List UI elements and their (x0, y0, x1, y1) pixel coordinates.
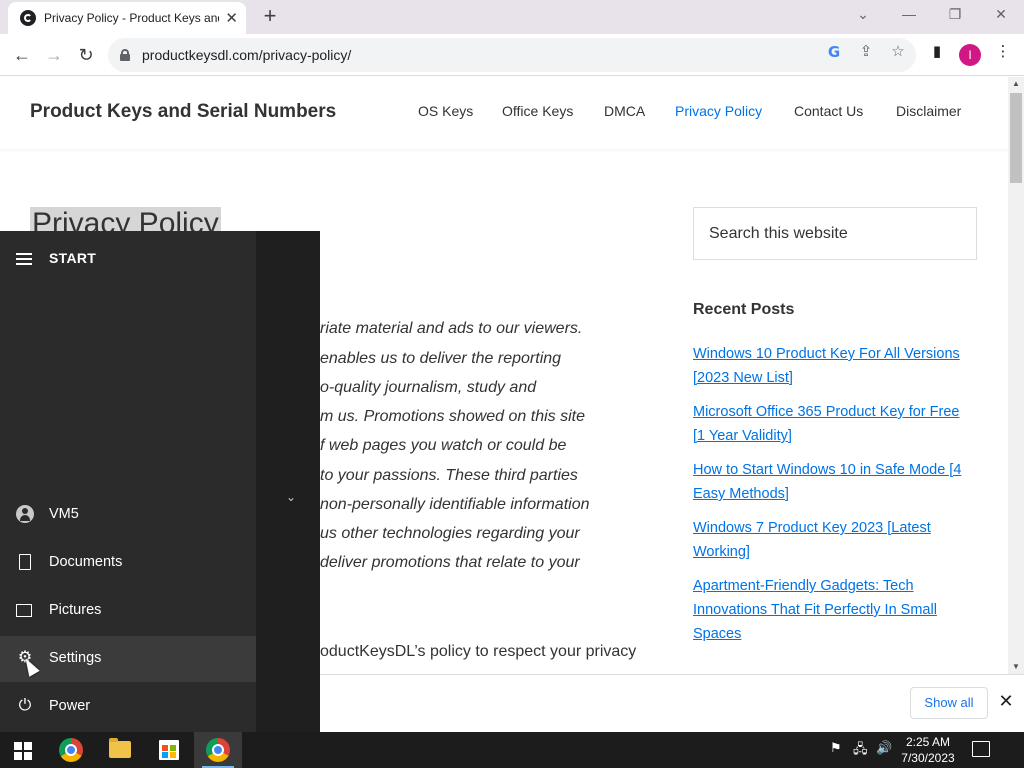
tab-strip: Privacy Policy - Product Keys and Serial… (0, 0, 1024, 34)
nav-dmca[interactable]: DMCA (604, 103, 645, 119)
store-icon (159, 740, 179, 760)
article-line: to your passions. These third parties (320, 467, 578, 484)
chrome-menu-icon[interactable]: ⋮ (994, 43, 1012, 61)
site-header: Product Keys and Serial Numbers OS Keys … (0, 77, 1008, 149)
close-window-button[interactable]: ✕ (986, 6, 1016, 26)
browser-toolbar: ← → ↻ productkeysdl.com/privacy-policy/ … (0, 34, 1024, 76)
volume-icon[interactable]: 🔊 (876, 740, 892, 756)
article-line: non-personally identifiable information (320, 496, 590, 513)
back-button[interactable]: ← (10, 43, 34, 67)
user-avatar-icon (16, 505, 34, 523)
bookmark-star-icon[interactable]: ☆ (889, 43, 907, 61)
recent-post-link[interactable]: Microsoft Office 365 Product Key for Fre… (693, 400, 973, 448)
hamburger-menu-icon[interactable] (16, 253, 32, 265)
taskbar-chrome[interactable] (47, 732, 95, 768)
taskbar-clock[interactable]: 2:25 AM 7/30/2023 (893, 734, 963, 766)
taskbar-store[interactable] (145, 732, 193, 768)
start-menu: START VM5 Documents Pictures ⚙ Settings … (0, 231, 320, 732)
document-icon (19, 554, 31, 570)
article-line: us other technologies regarding your (320, 525, 580, 542)
start-header: START (49, 250, 97, 266)
article-line: enables us to deliver the reporting (320, 350, 562, 367)
restore-button[interactable]: ❐ (940, 6, 970, 26)
close-tab-icon[interactable]: ✕ (225, 9, 238, 27)
clock-time: 2:25 AM (905, 735, 951, 749)
new-tab-button[interactable]: + (258, 4, 282, 28)
nav-contact-us[interactable]: Contact Us (794, 103, 863, 119)
site-favicon-icon (20, 10, 36, 26)
windows-start-icon (14, 742, 32, 760)
scroll-down-icon[interactable]: ▼ (1008, 660, 1024, 674)
search-input[interactable]: Search this website (693, 207, 977, 260)
start-item-label: Settings (49, 650, 102, 666)
recent-post-link[interactable]: Apartment-Friendly Gadgets: Tech Innovat… (693, 574, 973, 646)
clock-date: 7/30/2023 (901, 751, 955, 765)
tab-search-icon[interactable]: ⌄ (848, 6, 878, 26)
network-icon[interactable]: 🖧 (853, 740, 868, 762)
start-item-pictures[interactable]: Pictures (0, 588, 256, 634)
power-icon: ⏻ (18, 697, 32, 714)
show-all-button[interactable]: Show all (910, 687, 988, 719)
article-line: m us. Promotions showed on this site (320, 408, 586, 425)
nav-office-keys[interactable]: Office Keys (502, 103, 573, 119)
google-translate-icon[interactable]: G (825, 43, 843, 61)
article-line: o-quality journalism, study and (320, 379, 537, 396)
scrollbar-thumb[interactable] (1010, 93, 1022, 183)
chrome-icon (206, 738, 230, 762)
close-download-bar-icon[interactable]: ✕ (996, 691, 1016, 711)
start-item-label: Pictures (49, 602, 102, 618)
page-scrollbar[interactable]: ▲ ▼ (1008, 77, 1024, 674)
start-item-label: Documents (49, 554, 123, 570)
share-icon[interactable]: ⇪ (857, 43, 875, 61)
start-item-account[interactable]: VM5 (0, 492, 256, 538)
recent-post-link[interactable]: Windows 7 Product Key 2023 [Latest Worki… (693, 516, 973, 564)
chevron-down-icon[interactable]: ⌄ (286, 490, 296, 504)
recent-post-link[interactable]: Windows 10 Product Key For All Versions … (693, 342, 973, 390)
folder-icon (109, 738, 131, 758)
article-line: riate material and ads to our viewers. (320, 320, 583, 337)
url-text: productkeysdl.com/privacy-policy/ (142, 47, 352, 63)
nav-os-keys[interactable]: OS Keys (418, 103, 473, 119)
nav-privacy-policy[interactable]: Privacy Policy (675, 103, 762, 119)
forward-button[interactable]: → (42, 43, 66, 67)
notification-icon[interactable] (972, 741, 990, 757)
article-line: f web pages you watch or could be (320, 437, 567, 454)
article-line: oductKeysDL’s policy to respect your pri… (320, 643, 637, 660)
start-menu-tiles (256, 231, 320, 732)
chrome-icon (59, 738, 83, 762)
nav-disclaimer[interactable]: Disclaimer (896, 103, 961, 119)
scroll-up-icon[interactable]: ▲ (1008, 77, 1024, 91)
side-panel-icon[interactable]: ▮ (928, 43, 946, 61)
profile-avatar[interactable]: I (959, 44, 981, 66)
start-button[interactable] (0, 732, 48, 768)
site-title[interactable]: Product Keys and Serial Numbers (30, 101, 336, 123)
taskbar: ⚑ 🖧 🔊 2:25 AM 7/30/2023 (0, 732, 1024, 768)
start-item-label: VM5 (49, 506, 79, 522)
recent-post-link[interactable]: How to Start Windows 10 in Safe Mode [4 … (693, 458, 973, 506)
taskbar-chrome-active[interactable] (194, 732, 242, 768)
start-item-documents[interactable]: Documents (0, 540, 256, 586)
minimize-button[interactable]: — (894, 6, 924, 26)
start-item-label: Power (49, 698, 91, 714)
address-bar[interactable]: productkeysdl.com/privacy-policy/ (108, 38, 916, 72)
pictures-icon (16, 604, 32, 617)
start-item-power[interactable]: ⏻ Power (0, 684, 256, 730)
reload-button[interactable]: ↻ (74, 43, 98, 67)
start-item-settings[interactable]: ⚙ Settings (0, 636, 256, 682)
tab-title: Privacy Policy - Product Keys and Serial… (44, 11, 219, 25)
browser-tab[interactable]: Privacy Policy - Product Keys and Serial… (8, 2, 246, 34)
taskbar-file-explorer[interactable] (96, 732, 144, 768)
recent-posts-heading: Recent Posts (693, 301, 795, 318)
lock-icon[interactable] (120, 49, 130, 61)
article-line: deliver promotions that relate to your (320, 554, 580, 571)
flag-icon[interactable]: ⚑ (830, 740, 842, 756)
